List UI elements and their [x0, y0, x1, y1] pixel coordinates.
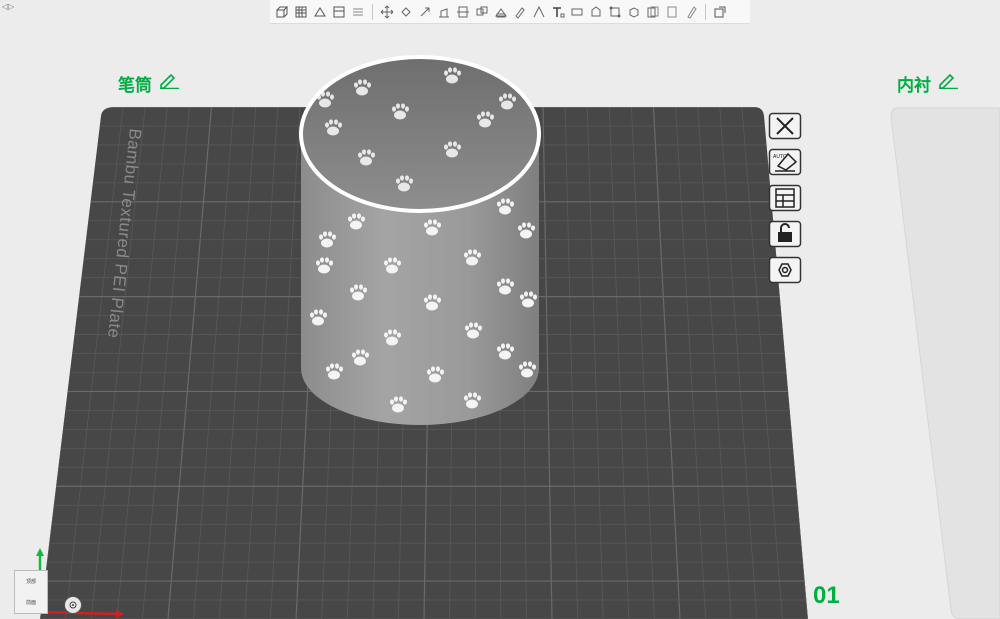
svg-text:AUTO: AUTO — [773, 154, 787, 160]
pen-holder-model[interactable] — [299, 55, 541, 425]
second-plate — [890, 107, 1000, 619]
plate-number: 01 — [813, 582, 840, 609]
auto-orient-plate-icon[interactable]: AUTO — [767, 148, 803, 176]
plate-settings-icon[interactable] — [767, 256, 803, 284]
view-cube-front-face[interactable]: 前面 — [26, 599, 36, 606]
view-cube[interactable]: 顶部 前面 — [14, 570, 48, 614]
lock-plate-icon[interactable] — [767, 220, 803, 248]
plate-name-right[interactable]: 内衬 — [897, 71, 959, 96]
arrange-plate-icon[interactable] — [767, 184, 803, 212]
delete-plate-icon[interactable] — [767, 112, 803, 140]
edit-pencil-icon[interactable] — [158, 73, 180, 94]
camera-orient-icon[interactable] — [64, 596, 82, 614]
edit-pencil-icon[interactable] — [937, 73, 959, 94]
plate-side-tools: AUTO — [767, 112, 803, 284]
plate-name-text: 内衬 — [897, 76, 931, 95]
plate-name-text: 笔筒 — [118, 76, 152, 95]
view-cube-top-face[interactable]: 顶部 — [26, 578, 36, 585]
plate-name-left[interactable]: 笔筒 — [118, 71, 180, 96]
